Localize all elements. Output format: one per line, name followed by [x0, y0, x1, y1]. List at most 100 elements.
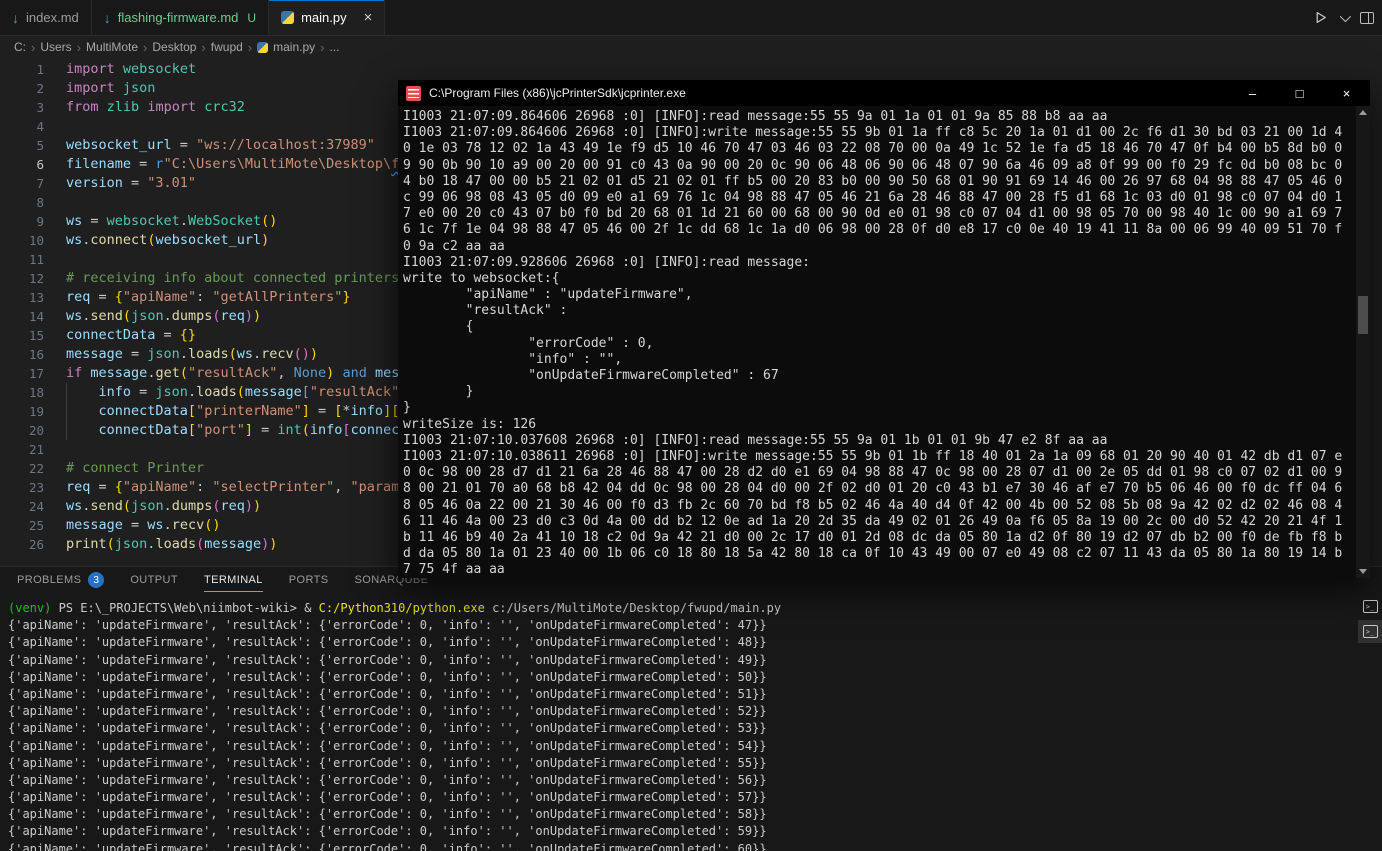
breadcrumb-separator-icon: ›	[248, 40, 252, 55]
terminal-output-line: {'apiName': 'updateFirmware', 'resultAck…	[8, 652, 1358, 669]
tab-main.py[interactable]: main.py×	[269, 0, 385, 35]
terminal-output-line: {'apiName': 'updateFirmware', 'resultAck…	[8, 686, 1358, 703]
breadcrumb-item-Desktop[interactable]: Desktop	[152, 40, 196, 54]
console-log-line: c 99 06 98 08 43 05 d0 09 e0 a1 69 76 1c…	[403, 190, 1356, 206]
terminal-output-line: {'apiName': 'updateFirmware', 'resultAck…	[8, 738, 1358, 755]
panel-tab-label: TERMINAL	[204, 574, 263, 586]
breadcrumb-item-main.py[interactable]: main.py	[257, 40, 315, 54]
python-file-icon	[281, 11, 294, 24]
line-number: 9	[0, 212, 44, 231]
breadcrumb-label: C:	[14, 40, 26, 54]
console-log-line: 4 b0 18 47 00 00 b5 21 02 01 d5 21 02 01…	[403, 174, 1356, 190]
tab-label: flashing-firmware.md	[118, 10, 239, 25]
console-log-line: 0 0c 98 00 28 d7 d1 21 6a 28 46 88 47 00…	[403, 465, 1356, 481]
terminal-output: {'apiName': 'updateFirmware', 'resultAck…	[8, 617, 1358, 851]
line-number: 21	[0, 440, 44, 459]
line-number: 24	[0, 497, 44, 516]
terminal-output-line: {'apiName': 'updateFirmware', 'resultAck…	[8, 772, 1358, 789]
close-button[interactable]: ×	[1323, 80, 1370, 106]
line-number: 20	[0, 421, 44, 440]
console-log-line: 8 00 21 01 70 a0 68 b8 42 04 dd 0c 98 00…	[403, 481, 1356, 497]
breadcrumb-item-C:[interactable]: C:	[14, 40, 26, 54]
line-number: 10	[0, 231, 44, 250]
editor-actions	[1313, 0, 1374, 35]
console-log-line: "errorCode" : 0,	[403, 336, 1356, 352]
scrollbar-thumb[interactable]	[1358, 296, 1368, 334]
panel-tab-terminal[interactable]: TERMINAL	[204, 567, 263, 593]
panel-tab-label: PORTS	[289, 574, 329, 586]
tab-flashing-firmware.md[interactable]: ↓flashing-firmware.mdU	[92, 0, 269, 35]
split-editor-button[interactable]	[1360, 12, 1374, 24]
tab-index.md[interactable]: ↓index.md	[0, 0, 92, 35]
line-number: 13	[0, 288, 44, 307]
scroll-up-arrow-icon[interactable]	[1359, 110, 1367, 115]
breadcrumb-item-Users[interactable]: Users	[40, 40, 71, 54]
console-log-line: write to websocket:{	[403, 271, 1356, 287]
minimize-button[interactable]: –	[1229, 80, 1276, 106]
console-titlebar[interactable]: C:\Program Files (x86)\jcPrinterSdk\jcpr…	[398, 80, 1370, 106]
bottom-panel: PROBLEMS3OUTPUTTERMINALPORTSSONARQUBE (v…	[0, 566, 1382, 851]
terminal-output-line: {'apiName': 'updateFirmware', 'resultAck…	[8, 789, 1358, 806]
console-window[interactable]: C:\Program Files (x86)\jcPrinterSdk\jcpr…	[398, 80, 1370, 578]
console-log-line: 7 75 4f aa aa	[403, 562, 1356, 578]
console-log-line: 6 11 46 4a 00 23 d0 c3 0d 4a 00 dd b2 12…	[403, 514, 1356, 530]
breadcrumb-separator-icon: ›	[31, 40, 35, 55]
terminal-output-line: {'apiName': 'updateFirmware', 'resultAck…	[8, 841, 1358, 851]
console-log-line: I1003 21:07:10.038611 26968 :0] [INFO]:w…	[403, 449, 1356, 465]
terminal-output-line: {'apiName': 'updateFirmware', 'resultAck…	[8, 755, 1358, 772]
breadcrumb-label: Users	[40, 40, 71, 54]
terminal[interactable]: (venv) PS E:\_PROJECTS\Web\niimbot-wiki>…	[0, 593, 1358, 851]
line-number: 19	[0, 402, 44, 421]
console-log-line: I1003 21:07:09.864606 26968 :0] [INFO]:r…	[403, 109, 1356, 125]
line-number: 1	[0, 60, 44, 79]
maximize-button[interactable]: □	[1276, 80, 1323, 106]
console-log-line: 7 e0 00 20 c0 43 07 b0 f0 bd 20 68 01 1d…	[403, 206, 1356, 222]
run-dropdown-button[interactable]	[1340, 14, 1348, 22]
terminal-output-line: {'apiName': 'updateFirmware', 'resultAck…	[8, 720, 1358, 737]
play-icon	[1313, 10, 1328, 25]
panel-tab-ports[interactable]: PORTS	[289, 567, 329, 593]
git-status-suffix: U	[247, 11, 256, 25]
line-number: 4	[0, 117, 44, 136]
breadcrumb-item-MultiMote[interactable]: MultiMote	[86, 40, 138, 54]
console-log-line: }	[403, 400, 1356, 416]
jcprinter-app-icon	[406, 86, 421, 101]
panel-tab-problems[interactable]: PROBLEMS3	[17, 567, 104, 593]
breadcrumb-separator-icon: ›	[143, 40, 147, 55]
breadcrumb-item-fwupd[interactable]: fwupd	[211, 40, 243, 54]
console-log-line: writeSize is: 126	[403, 417, 1356, 433]
line-number: 15	[0, 326, 44, 345]
breadcrumb-separator-icon: ›	[320, 40, 324, 55]
line-number: 22	[0, 459, 44, 478]
terminal-command-line: (venv) PS E:\_PROJECTS\Web\niimbot-wiki>…	[8, 600, 1358, 617]
scroll-down-arrow-icon[interactable]	[1359, 569, 1367, 574]
powershell-terminal-icon: >_	[1363, 600, 1378, 613]
line-number: 3	[0, 98, 44, 117]
console-log-line: 0 1e 03 78 12 02 1a 43 49 1e f9 d5 10 46…	[403, 141, 1356, 157]
console-log-line: I1003 21:07:09.928606 26968 :0] [INFO]:r…	[403, 255, 1356, 271]
line-number: 16	[0, 345, 44, 364]
panel-tab-output[interactable]: OUTPUT	[130, 567, 178, 593]
console-log-line: "onUpdateFirmwareCompleted" : 67	[403, 368, 1356, 384]
tab-bar: ↓index.md↓ flashing-firmware.md Umain.py×	[0, 0, 1382, 36]
line-number: 17	[0, 364, 44, 383]
line-number: 18	[0, 383, 44, 402]
run-button[interactable]	[1313, 10, 1328, 25]
code-line: 1import websocket	[0, 60, 1382, 79]
console-log-line: I1003 21:07:09.864606 26968 :0] [INFO]:w…	[403, 125, 1356, 141]
console-scrollbar[interactable]	[1356, 106, 1370, 578]
close-tab-icon[interactable]: ×	[364, 10, 373, 25]
line-number: 11	[0, 250, 44, 269]
terminal-output-line: {'apiName': 'updateFirmware', 'resultAck…	[8, 806, 1358, 823]
line-number: 12	[0, 269, 44, 288]
terminal-instance-item-selected[interactable]: >_	[1358, 620, 1382, 643]
markdown-file-icon: ↓	[12, 11, 19, 25]
breadcrumb-label: Desktop	[152, 40, 196, 54]
console-window-title: C:\Program Files (x86)\jcPrinterSdk\jcpr…	[429, 86, 1221, 100]
tab-strip: ↓index.md↓ flashing-firmware.md Umain.py×	[0, 0, 385, 35]
line-number: 8	[0, 193, 44, 212]
terminal-instance-item[interactable]: >_	[1358, 595, 1382, 618]
breadcrumb-label: MultiMote	[86, 40, 138, 54]
panel-tab-label: PROBLEMS	[17, 574, 81, 586]
breadcrumb-item-...[interactable]: ...	[330, 40, 340, 54]
